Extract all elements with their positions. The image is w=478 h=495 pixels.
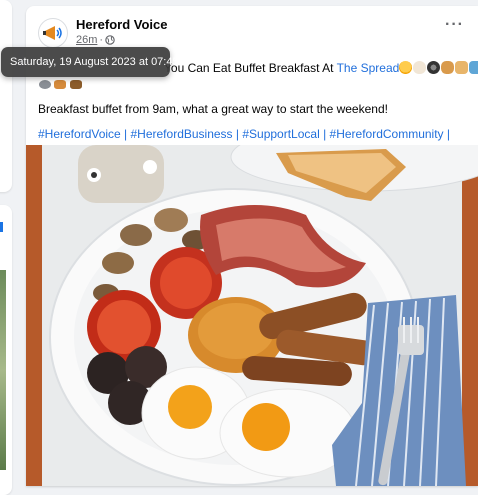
egg-emoji-icon — [413, 61, 427, 74]
left-link-fragment[interactable] — [0, 222, 3, 232]
spread-link[interactable]: The Spread — [337, 61, 400, 75]
page-avatar[interactable] — [38, 18, 68, 48]
left-card — [0, 0, 12, 192]
emoji-row — [399, 60, 478, 77]
post-photo[interactable] — [26, 145, 478, 486]
emoji-row-2 — [38, 77, 466, 89]
post-text-prefix: You Can Eat Buffet Breakfast At — [164, 61, 334, 75]
pan-emoji-icon — [427, 61, 441, 74]
croissant-emoji-icon — [441, 61, 455, 74]
baguette-emoji-icon — [455, 61, 469, 74]
fish-emoji-icon — [469, 61, 478, 74]
page-name[interactable]: Hereford Voice — [76, 17, 168, 32]
more-options-button[interactable]: ··· — [445, 17, 464, 33]
timestamp-tooltip: Saturday, 19 August 2023 at 07:45 — [1, 47, 179, 77]
megaphone-icon — [43, 26, 62, 40]
post-timestamp[interactable]: 26m — [76, 34, 97, 46]
meta-separator: · — [99, 34, 104, 46]
post-card: Hereford Voice 26m · ··· You Can Eat Buf… — [26, 6, 478, 486]
post-meta: 26m · — [76, 34, 115, 46]
globe-icon[interactable] — [105, 35, 115, 45]
post-text-line2: Breakfast buffet from 9am, what a great … — [38, 102, 388, 116]
breakfast-photo-icon — [26, 145, 478, 486]
grin-emoji-icon — [399, 61, 413, 74]
left-thumbnail[interactable] — [0, 270, 6, 470]
